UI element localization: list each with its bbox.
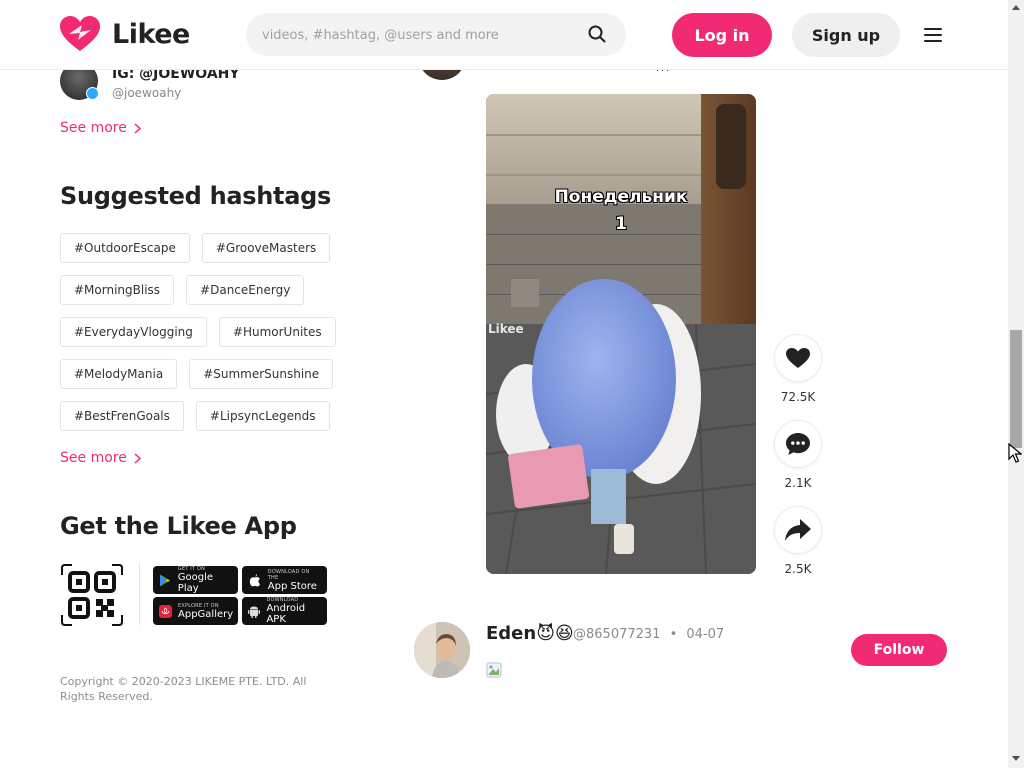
qr-code-icon [61,564,123,626]
scrollbar-thumb[interactable] [1010,330,1022,448]
hashtag-chip[interactable]: #EverydayVlogging [60,317,207,347]
signup-button[interactable]: Sign up [792,13,900,57]
post-author-name[interactable]: Eden😈😆 [486,623,574,644]
search-bar[interactable] [246,13,626,56]
get-app-title: Get the Likee App [60,512,297,540]
hashtag-row: #EverydayVlogging #HumorUnites [60,317,360,347]
divider [139,563,140,625]
login-button[interactable]: Log in [672,13,772,57]
hashtag-chip[interactable]: #HumorUnites [218,317,336,347]
hashtag-chip[interactable]: #DanceEnergy [186,275,305,305]
logo-text: Likee [112,18,190,50]
post-meta: @865077231 • 04-07 [573,627,724,642]
hashtag-chip[interactable]: #SummerSunshine [189,359,334,389]
top-header: Likee Log in Sign up [0,0,1008,70]
like-button[interactable] [774,334,822,382]
post-author-avatar[interactable] [414,622,470,678]
store-big-label: Google Play [177,572,214,594]
hashtag-chip[interactable]: #OutdoorEscape [60,233,190,263]
like-count: 72.5K [780,390,816,404]
mouse-cursor-icon [1008,443,1022,463]
video-overlay-text-2: 1 [615,214,627,234]
hashtag-row: #OutdoorEscape #GrooveMasters [60,233,360,263]
google-play-button[interactable]: GET IT ON Google Play [153,566,238,594]
hashtag-chip[interactable]: #LipsyncLegends [195,401,330,431]
store-big-label: App Store [267,580,317,592]
heart-icon [786,348,810,368]
search-input[interactable] [262,23,582,47]
share-arrow-icon [785,519,811,541]
copyright-text: Copyright © 2020-2023 LIKEME PTE. LTD. A… [60,675,307,703]
share-count: 2.5K [784,562,812,576]
hamburger-menu-icon[interactable] [923,27,943,43]
video-overlay-text-1: Понедельник [554,187,688,207]
app-gallery-button[interactable]: EXPLORE IT ON AppGallery [153,597,238,625]
likee-watermark: Likee [488,322,524,336]
broken-image-icon [486,662,502,678]
hashtag-row: #BestFrenGoals #LipsyncLegends [60,401,360,431]
post-author-handle: @865077231 [573,627,661,642]
suggested-user-handle: @joewoahy [112,86,182,100]
hashtag-list: #OutdoorEscape #GrooveMasters #MorningBl… [60,233,360,443]
store-big-label: Android APK [266,603,306,625]
android-icon [248,604,261,618]
app-store-button[interactable]: DOWNLOAD ON THE App Store [242,566,327,594]
video-player[interactable]: Понедельник 1 Likee [486,94,756,574]
android-apk-button[interactable]: DOWNLOAD Android APK [242,597,327,625]
comment-button[interactable] [774,420,822,468]
likee-logo[interactable]: Likee [60,16,190,52]
store-small-label: DOWNLOAD ON THE [267,568,310,581]
avatar-image [414,622,470,678]
comment-icon [786,433,810,455]
comment-count: 2.1K [784,476,812,490]
meta-separator: • [669,627,678,642]
see-more-users-link[interactable]: See more [60,120,141,136]
verified-badge-icon [86,87,99,100]
see-more-label: See more [60,450,127,466]
hashtag-chip[interactable]: #MelodyMania [60,359,178,389]
hashtag-chip[interactable]: #GrooveMasters [201,233,331,263]
hashtag-chip[interactable]: #MorningBliss [60,275,175,305]
see-more-hashtags-link[interactable]: See more [60,450,141,466]
store-big-label: AppGallery [178,608,234,620]
hashtag-row: #MorningBliss #DanceEnergy [60,275,360,305]
scroll-down-arrow-icon[interactable] [1012,756,1020,762]
follow-button[interactable]: Follow [851,634,947,666]
post-date: 04-07 [686,627,725,642]
page-scrollbar[interactable] [1008,0,1024,768]
huawei-icon [159,604,172,618]
hashtag-row: #MelodyMania #SummerSunshine [60,359,360,389]
share-button[interactable] [774,506,822,554]
see-more-label: See more [60,120,127,136]
search-icon[interactable] [588,25,606,43]
video-frame-image [486,94,756,574]
hashtag-chip[interactable]: #BestFrenGoals [60,401,184,431]
heart-logo-icon [60,16,100,51]
chevron-right-icon [134,452,141,464]
apple-icon [248,573,262,587]
suggested-hashtags-title: Suggested hashtags [60,182,331,210]
scroll-up-arrow-icon[interactable] [1012,4,1020,10]
google-play-icon [159,573,172,587]
chevron-right-icon [134,122,141,134]
